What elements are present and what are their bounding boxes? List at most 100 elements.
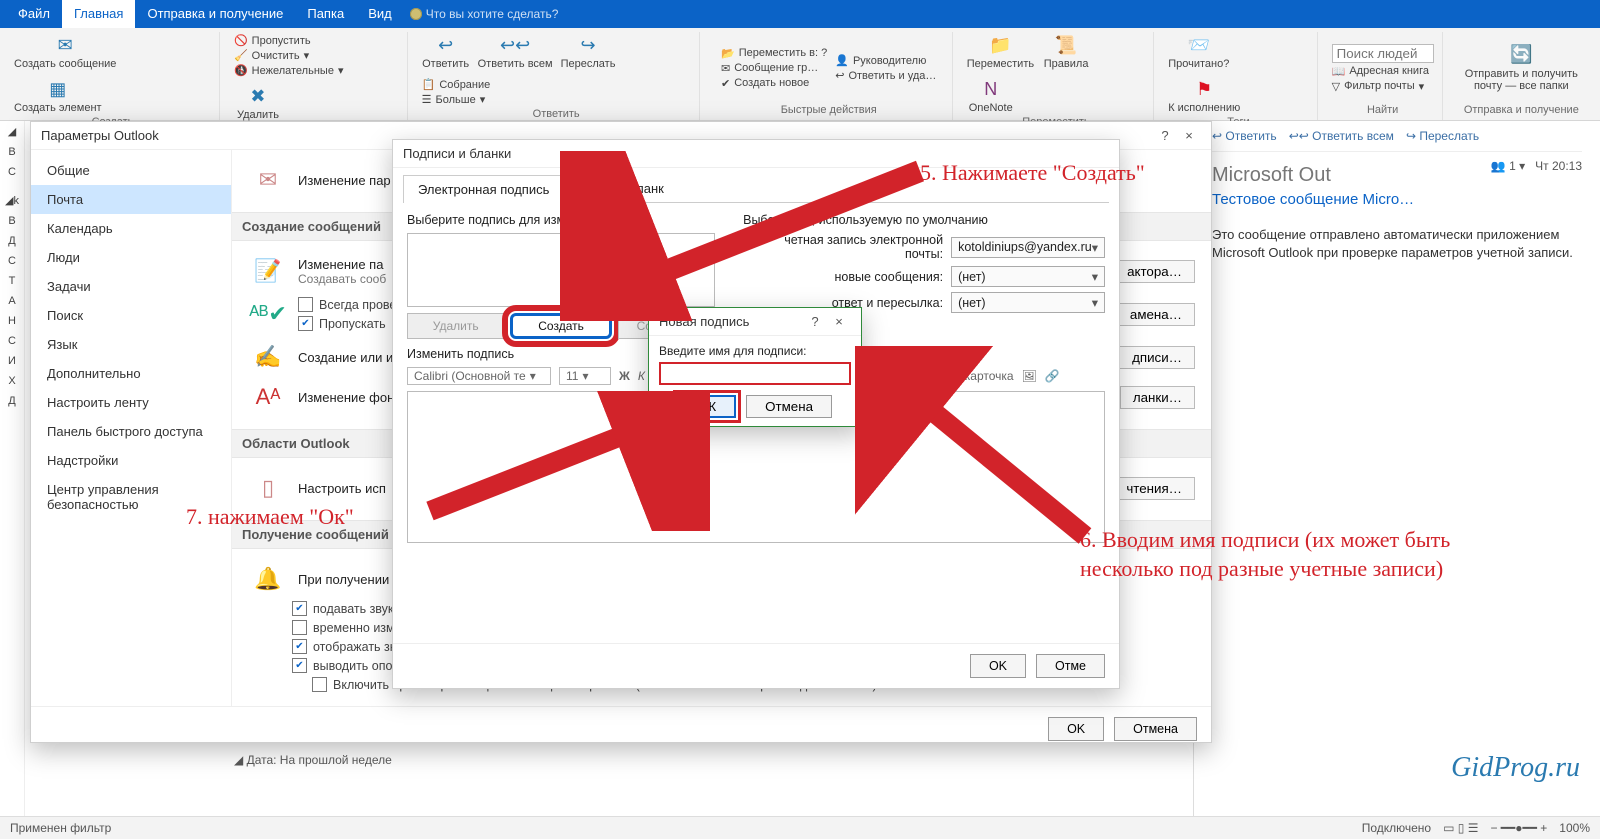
reply-all-icon: ↩↩ [501, 34, 529, 56]
stationery-button[interactable]: ланки… [1120, 386, 1195, 409]
cat-trust[interactable]: Центр управления безопасностью [31, 475, 231, 519]
ribbon-group-find: 📖 Адресная книга ▽ Фильтр почты ▾ Найти [1324, 32, 1443, 120]
quick-mgr-button[interactable]: 👤 Руководителю [835, 54, 936, 67]
reply-sig-select[interactable]: (нет) [951, 292, 1105, 313]
italic-button[interactable]: К [638, 369, 645, 383]
cat-language[interactable]: Язык [31, 330, 231, 359]
tab-view[interactable]: Вид [356, 0, 404, 28]
tab-stationery[interactable]: Личный бланк [564, 174, 679, 202]
cat-tasks[interactable]: Задачи [31, 272, 231, 301]
newname-cancel-button[interactable]: Отмена [746, 395, 832, 418]
new-mail-button[interactable]: ✉Создать сообщение [14, 34, 116, 70]
cat-advanced[interactable]: Дополнительно [31, 359, 231, 388]
tab-file[interactable]: Файл [6, 0, 62, 28]
options-ok-button[interactable]: OK [1048, 717, 1104, 741]
checkbox[interactable]: ✔ [292, 639, 307, 654]
signature-icon: ✍ [248, 341, 288, 373]
tell-me[interactable]: Что вы хотите сделать? [410, 7, 559, 21]
people-search-input[interactable] [1332, 44, 1434, 63]
cat-mail[interactable]: Почта [31, 185, 231, 214]
quick-replydel-button[interactable]: ↩ Ответить и уда… [835, 69, 936, 82]
new-signature-button[interactable]: Создать [510, 313, 611, 339]
checkbox[interactable] [292, 620, 307, 635]
quick-team-button[interactable]: ✉ Сообщение гр… [721, 62, 827, 75]
rules-button[interactable]: 📜Правила [1042, 34, 1090, 70]
editor-options-button[interactable]: актора… [1114, 260, 1195, 283]
junk-button[interactable]: 🚯 Нежелательные ▾ [234, 64, 344, 77]
delete-signature-button[interactable]: Удалить [407, 313, 504, 339]
zoom-slider[interactable]: − ━━●━━ + [1490, 821, 1547, 835]
tab-home[interactable]: Главная [62, 0, 135, 28]
quick-new-button[interactable]: ✔ Создать новое [721, 77, 827, 90]
cleanup-button[interactable]: 🧹 Очистить ▾ [234, 49, 344, 62]
checkbox[interactable]: ✔ [298, 316, 313, 331]
cat-addins[interactable]: Надстройки [31, 446, 231, 475]
cat-people[interactable]: Люди [31, 243, 231, 272]
signatures-ok-button[interactable]: OK [970, 654, 1026, 678]
options-title: Параметры Outlook [41, 128, 159, 143]
signatures-button[interactable]: дписи… [1119, 346, 1195, 369]
delete-icon: ✖ [244, 85, 272, 107]
forward-button[interactable]: ↪Переслать [561, 34, 616, 70]
new-item-button[interactable]: ▦Создать элемент [14, 78, 102, 114]
forward-icon: ↪ [574, 34, 602, 56]
forward-link[interactable]: ↪ Переслать [1406, 129, 1479, 143]
cat-ribbon[interactable]: Настроить ленту [31, 388, 231, 417]
ribbon-group-quick-steps: 📂 Переместить в: ? ✉ Сообщение гр… ✔ Соз… [706, 32, 953, 120]
onenote-button[interactable]: NOneNote [967, 78, 1015, 114]
newname-help[interactable]: ? [803, 314, 827, 329]
font-select[interactable]: Calibri (Основной те ▾ [407, 367, 551, 385]
reading-pane-button[interactable]: чтения… [1113, 477, 1195, 500]
ignore-button[interactable]: 🚫 Пропустить [234, 34, 344, 47]
tab-email-signature[interactable]: Электронная подпись [403, 175, 564, 203]
delete-button[interactable]: ✖Удалить [234, 85, 282, 121]
help-button[interactable]: ? [1153, 128, 1177, 143]
cat-qat[interactable]: Панель быстрого доступа [31, 417, 231, 446]
cat-general[interactable]: Общие [31, 156, 231, 185]
cat-search[interactable]: Поиск [31, 301, 231, 330]
newname-ok-button[interactable]: ОК [678, 395, 736, 418]
checkbox[interactable]: ✔ [292, 658, 307, 673]
view-buttons[interactable]: ▭ ▯ ☰ [1443, 821, 1478, 835]
newname-close[interactable]: × [827, 314, 851, 329]
reply-link[interactable]: ↩ Ответить [1212, 129, 1277, 143]
options-cancel-button[interactable]: Отмена [1114, 717, 1197, 741]
checkbox[interactable]: ✔ [292, 601, 307, 616]
size-select[interactable]: 11 ▾ [559, 367, 611, 385]
signature-name-input[interactable] [659, 362, 851, 385]
link-button[interactable]: 🔗 [1045, 369, 1060, 383]
options-categories: Общие Почта Календарь Люди Задачи Поиск … [31, 150, 232, 706]
watermark: GidProg.ru [1451, 752, 1580, 784]
signatures-list[interactable] [407, 233, 715, 307]
signatures-cancel-button[interactable]: Отме [1036, 654, 1105, 678]
address-book-button[interactable]: 📖 Адресная книга [1332, 65, 1434, 78]
read-button[interactable]: 📨Прочитано? [1168, 34, 1229, 70]
followup-button[interactable]: ⚑К исполнению [1168, 78, 1240, 114]
spellcheck-icon: ᴬᴮ✔ [248, 298, 288, 330]
status-bar: Применен фильтр Подключено ▭ ▯ ☰ − ━━●━━… [0, 816, 1600, 839]
cat-calendar[interactable]: Календарь [31, 214, 231, 243]
ribbon-group-delete: 🚫 Пропустить 🧹 Очистить ▾ 🚯 Нежелательны… [226, 32, 408, 120]
checkbox[interactable] [312, 677, 327, 692]
tab-send-receive[interactable]: Отправка и получение [135, 0, 295, 28]
tab-folder[interactable]: Папка [295, 0, 356, 28]
move-button[interactable]: 📁Переместить [967, 34, 1034, 70]
reply-button[interactable]: ↩Ответить [422, 34, 470, 70]
ribbon-group-create: ✉Создать сообщение ▦Создать элемент Созд… [6, 32, 220, 120]
new-msg-sig-select[interactable]: (нет) [951, 266, 1105, 287]
checkbox[interactable] [298, 297, 313, 312]
vcard-button[interactable]: 🪪 Визитная карточка [891, 369, 1014, 383]
autocorrect-button[interactable]: амена… [1117, 303, 1195, 326]
filter-mail-button[interactable]: ▽ Фильтр почты ▾ [1332, 80, 1434, 93]
more-respond-button[interactable]: ☰ Больше ▾ [422, 93, 491, 106]
reply-all-button[interactable]: ↩↩Ответить всем [478, 34, 553, 70]
meeting-button[interactable]: 📋 Собрание [422, 78, 491, 91]
reply-all-link[interactable]: ↩↩ Ответить всем [1289, 129, 1394, 143]
bold-button[interactable]: Ж [619, 369, 630, 383]
close-button[interactable]: × [1177, 128, 1201, 143]
account-select[interactable]: kotoldiniups@yandex.ru [951, 237, 1105, 258]
image-button[interactable]: 🖼 [1022, 369, 1037, 383]
quick-move-button[interactable]: 📂 Переместить в: ? [721, 47, 827, 60]
send-receive-button[interactable]: 🔄Отправить и получить почту — все папки [1457, 44, 1586, 92]
rules-icon: 📜 [1052, 34, 1080, 56]
